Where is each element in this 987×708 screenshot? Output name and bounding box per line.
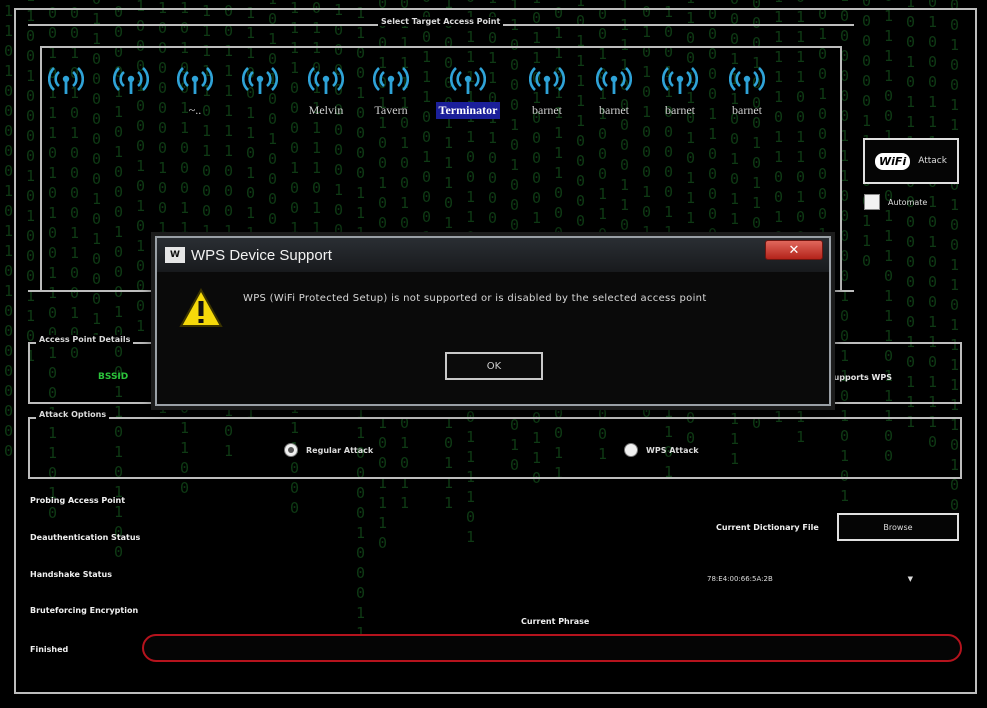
warning-icon <box>179 288 223 327</box>
access-point-item[interactable]: Terminator <box>432 66 504 119</box>
access-point-name: barnet <box>665 103 695 117</box>
wifi-signal-icon <box>308 67 344 94</box>
dialog-titlebar[interactable]: W WPS Device Support ✕ <box>157 238 829 272</box>
access-point-item[interactable]: barnet <box>578 66 650 119</box>
access-point-item[interactable] <box>30 66 102 115</box>
regular-attack-label: Regular Attack <box>306 445 374 455</box>
wifi-signal-icon <box>48 67 84 94</box>
access-point-name: Melvin <box>308 103 344 117</box>
wifi-signal-icon <box>596 67 632 94</box>
bssid-label: BSSID <box>98 372 129 382</box>
bruteforce-status-label: Bruteforcing Encryption <box>30 606 139 615</box>
access-point-details-title: Access Point Details <box>36 335 134 344</box>
attack-options-group: Attack Options Regular Attack WPS Attack <box>28 410 962 479</box>
wifi-signal-icon <box>662 67 698 94</box>
close-icon: ✕ <box>788 242 800 258</box>
wps-attack-label: WPS Attack <box>646 445 699 455</box>
current-phrase-field <box>142 634 962 662</box>
wifi-signal-icon <box>450 67 486 94</box>
attack-button[interactable]: WiFi Attack <box>863 138 959 184</box>
dialog-message: WPS (WiFi Protected Setup) is not suppor… <box>243 293 707 304</box>
access-point-name <box>63 109 69 111</box>
supports-wps-text: Supports WPS <box>827 373 892 382</box>
chevron-down-icon[interactable]: ▼ <box>908 575 913 583</box>
access-point-item[interactable]: Tavern <box>355 66 427 119</box>
probing-status-label: Probing Access Point <box>30 496 126 505</box>
regular-attack-radio-dot[interactable] <box>284 443 298 457</box>
wifi-signal-icon <box>729 67 765 94</box>
wps-support-dialog: W WPS Device Support ✕ WPS (WiFi Protect… <box>155 236 831 406</box>
access-point-name: barnet <box>599 103 629 117</box>
access-point-item[interactable]: barnet <box>644 66 716 119</box>
access-point-name: barnet <box>532 103 562 117</box>
access-point-item[interactable]: ~.. <box>159 66 231 119</box>
regular-attack-radio[interactable]: Regular Attack <box>284 443 373 457</box>
dialog-body: WPS (WiFi Protected Setup) is not suppor… <box>157 272 829 404</box>
automate-checkbox[interactable]: Automate <box>864 194 927 210</box>
close-button[interactable]: ✕ <box>765 240 823 260</box>
mac-address-select[interactable]: 78:E4:00:66:5A:2B ▼ <box>707 572 913 586</box>
browse-button[interactable]: Browse <box>837 513 959 541</box>
wps-attack-radio[interactable]: WPS Attack <box>624 443 699 457</box>
ok-button[interactable]: OK <box>445 352 543 380</box>
dialog-title: WPS Device Support <box>191 246 332 264</box>
access-point-name: barnet <box>732 103 762 117</box>
automate-checkbox-box[interactable] <box>864 194 880 210</box>
access-point-name: Terminator <box>435 102 501 119</box>
access-point-item[interactable]: Melvin <box>290 66 362 119</box>
wifi-signal-icon <box>242 67 278 94</box>
deauth-status-label: Deauthentication Status <box>30 533 141 542</box>
access-point-name <box>128 109 134 111</box>
access-point-name: ~.. <box>188 103 202 117</box>
wifi-signal-icon <box>373 67 409 94</box>
handshake-status-label: Handshake Status <box>30 570 112 579</box>
access-point-name <box>257 109 263 111</box>
dictionary-file-label: Current Dictionary File <box>716 523 819 532</box>
access-point-item[interactable]: barnet <box>511 66 583 119</box>
wifi-logo-icon: WiFi <box>875 152 911 170</box>
access-point-name: Tavern <box>374 103 408 117</box>
wps-attack-radio-dot[interactable] <box>624 443 638 457</box>
automate-label: Automate <box>888 197 928 207</box>
wifi-signal-icon <box>529 67 565 94</box>
current-phrase-label: Current Phrase <box>521 617 590 626</box>
mac-address-value: 78:E4:00:66:5A:2B <box>707 575 773 583</box>
access-point-item[interactable] <box>224 66 296 115</box>
access-point-item[interactable]: barnet <box>711 66 783 119</box>
attack-options-title: Attack Options <box>36 410 110 419</box>
wifi-signal-icon <box>177 67 213 94</box>
app-icon: W <box>165 247 185 263</box>
access-point-group-title: Select Target Access Point <box>378 17 504 26</box>
finished-status-label: Finished <box>30 645 69 654</box>
wifi-signal-icon <box>113 67 149 94</box>
access-point-item[interactable] <box>95 66 167 115</box>
attack-button-label: Attack <box>918 156 947 166</box>
